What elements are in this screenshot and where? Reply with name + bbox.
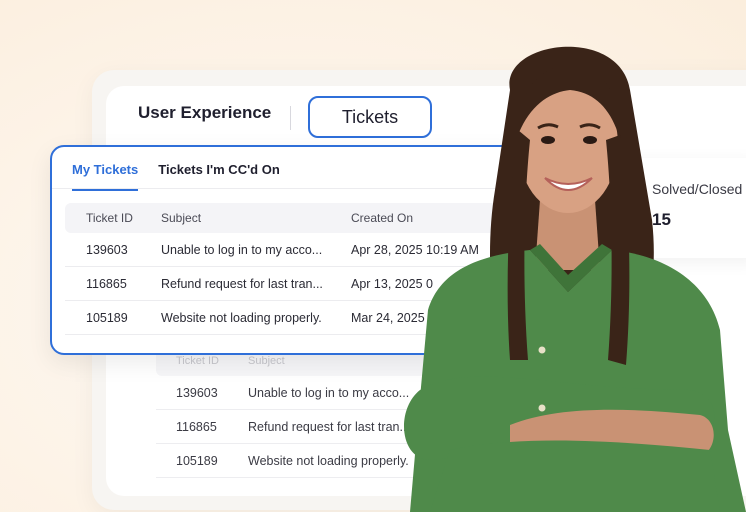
bg-col-ticket-id: Ticket ID bbox=[176, 355, 219, 367]
ticket-subject: Unable to log in to my acco... bbox=[161, 242, 323, 257]
col-ticket-id[interactable]: Ticket ID bbox=[65, 211, 161, 225]
col-subject[interactable]: Subject bbox=[161, 211, 351, 225]
ticket-id: 139603 bbox=[86, 242, 128, 257]
ticket-id: 116865 bbox=[86, 276, 127, 291]
subtab-my-tickets[interactable]: My Tickets bbox=[72, 160, 139, 191]
tab-user-experience[interactable]: User Experience bbox=[138, 103, 271, 123]
tab-divider bbox=[290, 106, 291, 130]
ticket-subtabs: My Tickets Tickets I'm CC'd On bbox=[72, 160, 300, 191]
ticket-id: 116865 bbox=[176, 419, 217, 434]
ticket-id: 105189 bbox=[86, 310, 128, 325]
subtab-cc-tickets[interactable]: Tickets I'm CC'd On bbox=[158, 160, 280, 191]
support-agent-photo bbox=[403, 46, 746, 512]
ticket-subject: Website not loading properly. bbox=[161, 310, 322, 325]
ticket-id: 139603 bbox=[176, 385, 218, 400]
ticket-subject: Refund request for last tran... bbox=[161, 276, 323, 291]
ticket-id: 105189 bbox=[176, 453, 218, 468]
